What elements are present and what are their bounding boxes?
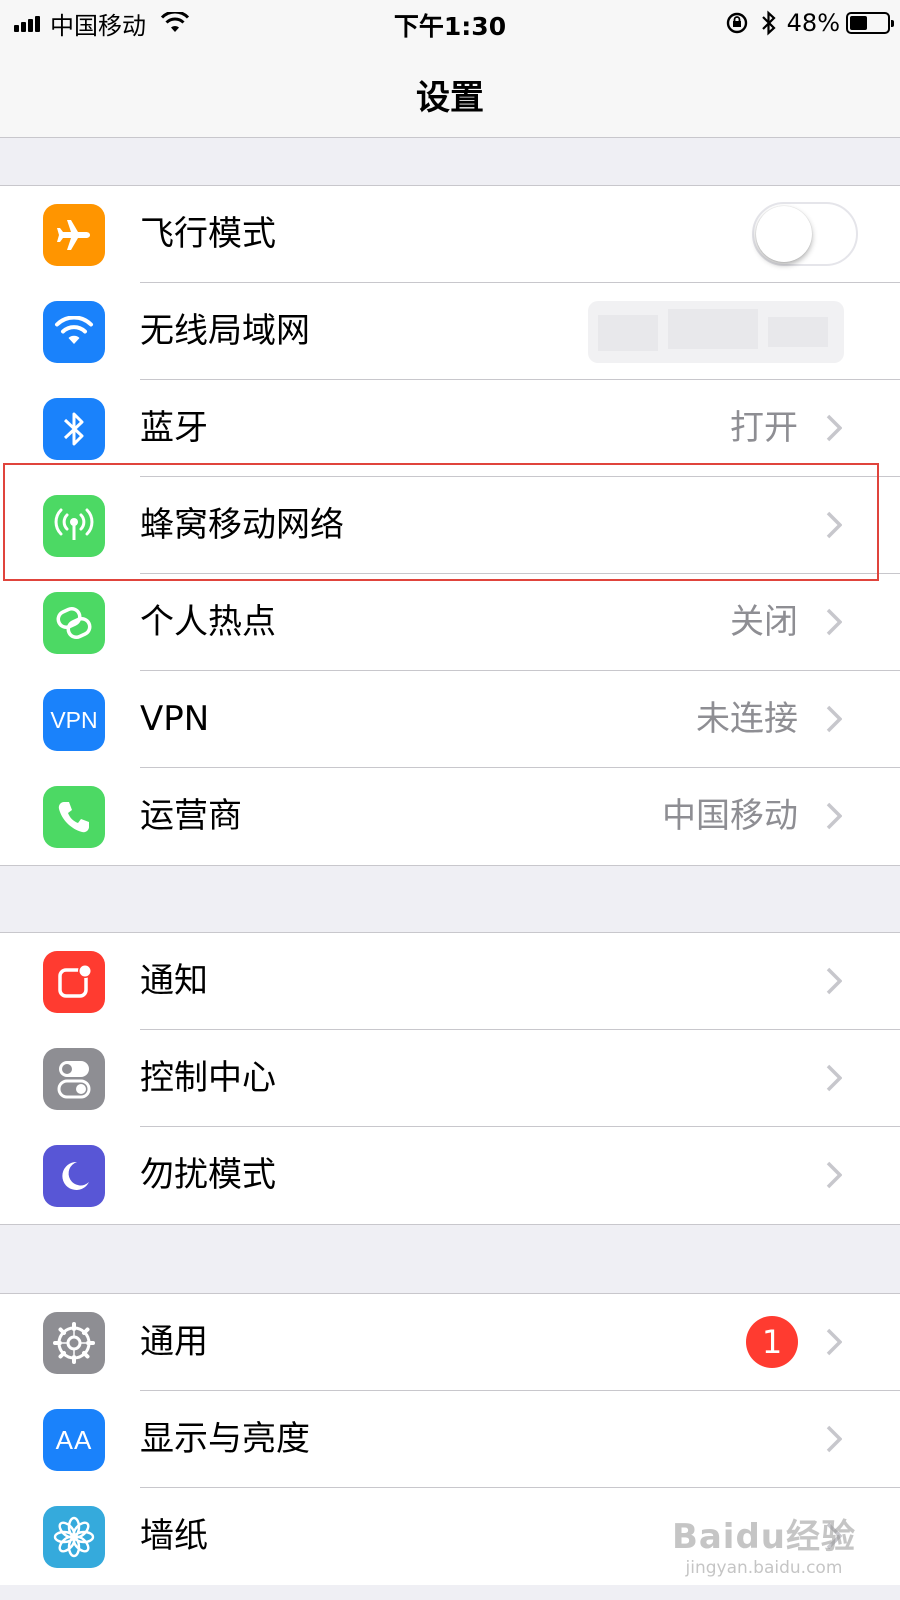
nav-bar: 设置 bbox=[0, 44, 900, 138]
chevron-right-icon bbox=[826, 1425, 842, 1453]
settings-row-control-center[interactable]: 控制中心 bbox=[0, 1030, 900, 1127]
settings-row-label: 运营商 bbox=[140, 796, 242, 836]
vpn-icon: VPN bbox=[43, 689, 105, 751]
settings-row-label: 蓝牙 bbox=[140, 408, 208, 448]
phone-icon bbox=[43, 786, 105, 848]
settings-row-value: 中国移动 bbox=[662, 796, 798, 836]
settings-row-display-brightness[interactable]: AA 显示与亮度 bbox=[0, 1391, 900, 1488]
settings-row-label: 无线局域网 bbox=[140, 311, 310, 351]
status-bar: 中国移动 下午1:30 48% bbox=[0, 0, 900, 44]
settings-row-label: VPN bbox=[140, 699, 210, 739]
settings-row-wifi[interactable]: 无线局域网 bbox=[0, 283, 900, 380]
settings-row-general[interactable]: 通用 1 bbox=[0, 1294, 900, 1391]
bluetooth-icon bbox=[761, 10, 776, 36]
battery-icon bbox=[846, 12, 894, 34]
chevron-right-icon bbox=[826, 414, 842, 442]
settings-row-carrier[interactable]: 运营商 中国移动 bbox=[0, 768, 900, 865]
settings-row-value: 未连接 bbox=[696, 699, 798, 739]
settings-row-label: 显示与亮度 bbox=[140, 1419, 310, 1459]
settings-row-airplane-mode[interactable]: 飞行模式 bbox=[0, 186, 900, 283]
settings-row-label: 个人热点 bbox=[140, 602, 276, 642]
chevron-right-icon bbox=[826, 802, 842, 830]
control-center-icon bbox=[43, 1048, 105, 1110]
update-badge: 1 bbox=[746, 1316, 798, 1368]
settings-row-notifications[interactable]: 通知 bbox=[0, 933, 900, 1030]
settings-row-label: 通用 bbox=[140, 1322, 208, 1362]
orientation-lock-icon bbox=[726, 12, 747, 34]
obscured-wifi-network-name bbox=[588, 301, 844, 363]
settings-row-value: 关闭 bbox=[730, 602, 798, 642]
settings-row-vpn[interactable]: VPN VPN 未连接 bbox=[0, 671, 900, 768]
chevron-right-icon bbox=[826, 608, 842, 636]
display-brightness-icon: AA bbox=[43, 1409, 105, 1471]
highlight-box bbox=[3, 463, 879, 581]
settings-row-value: 打开 bbox=[730, 408, 798, 448]
wallpaper-flower-icon bbox=[43, 1506, 105, 1568]
vpn-icon-text: VPN bbox=[50, 706, 98, 733]
chevron-right-icon bbox=[826, 705, 842, 733]
chevron-right-icon bbox=[826, 967, 842, 995]
baidu-jingyan-watermark: Baidu经验 jingyan.baidu.com bbox=[672, 1509, 856, 1578]
page-title: 设置 bbox=[416, 78, 484, 118]
settings-row-label: 飞行模式 bbox=[140, 214, 276, 254]
settings-row-label: 通知 bbox=[140, 961, 208, 1001]
chevron-right-icon bbox=[826, 1064, 842, 1092]
watermark-url: jingyan.baidu.com bbox=[685, 1558, 843, 1578]
chevron-right-icon bbox=[826, 1328, 842, 1356]
chevron-right-icon bbox=[826, 1161, 842, 1189]
battery-percent: 48% bbox=[786, 9, 840, 37]
settings-row-label: 勿扰模式 bbox=[140, 1155, 276, 1195]
moon-icon bbox=[43, 1145, 105, 1207]
notifications-icon bbox=[43, 951, 105, 1013]
settings-group-notifications: 通知 控制中心 勿扰模式 bbox=[0, 932, 900, 1225]
gear-icon bbox=[43, 1312, 105, 1374]
settings-row-label: 控制中心 bbox=[140, 1058, 276, 1098]
watermark-logo: Baidu经验 bbox=[671, 1517, 856, 1557]
settings-row-do-not-disturb[interactable]: 勿扰模式 bbox=[0, 1127, 900, 1224]
hotspot-icon bbox=[43, 592, 105, 654]
bluetooth-icon bbox=[43, 398, 105, 460]
settings-row-personal-hotspot[interactable]: 个人热点 关闭 bbox=[0, 574, 900, 671]
airplane-icon bbox=[43, 204, 105, 266]
wifi-icon bbox=[43, 301, 105, 363]
airplane-mode-toggle[interactable] bbox=[752, 202, 858, 266]
display-icon-text: AA bbox=[55, 1424, 93, 1455]
settings-row-label: 墙纸 bbox=[140, 1516, 208, 1556]
